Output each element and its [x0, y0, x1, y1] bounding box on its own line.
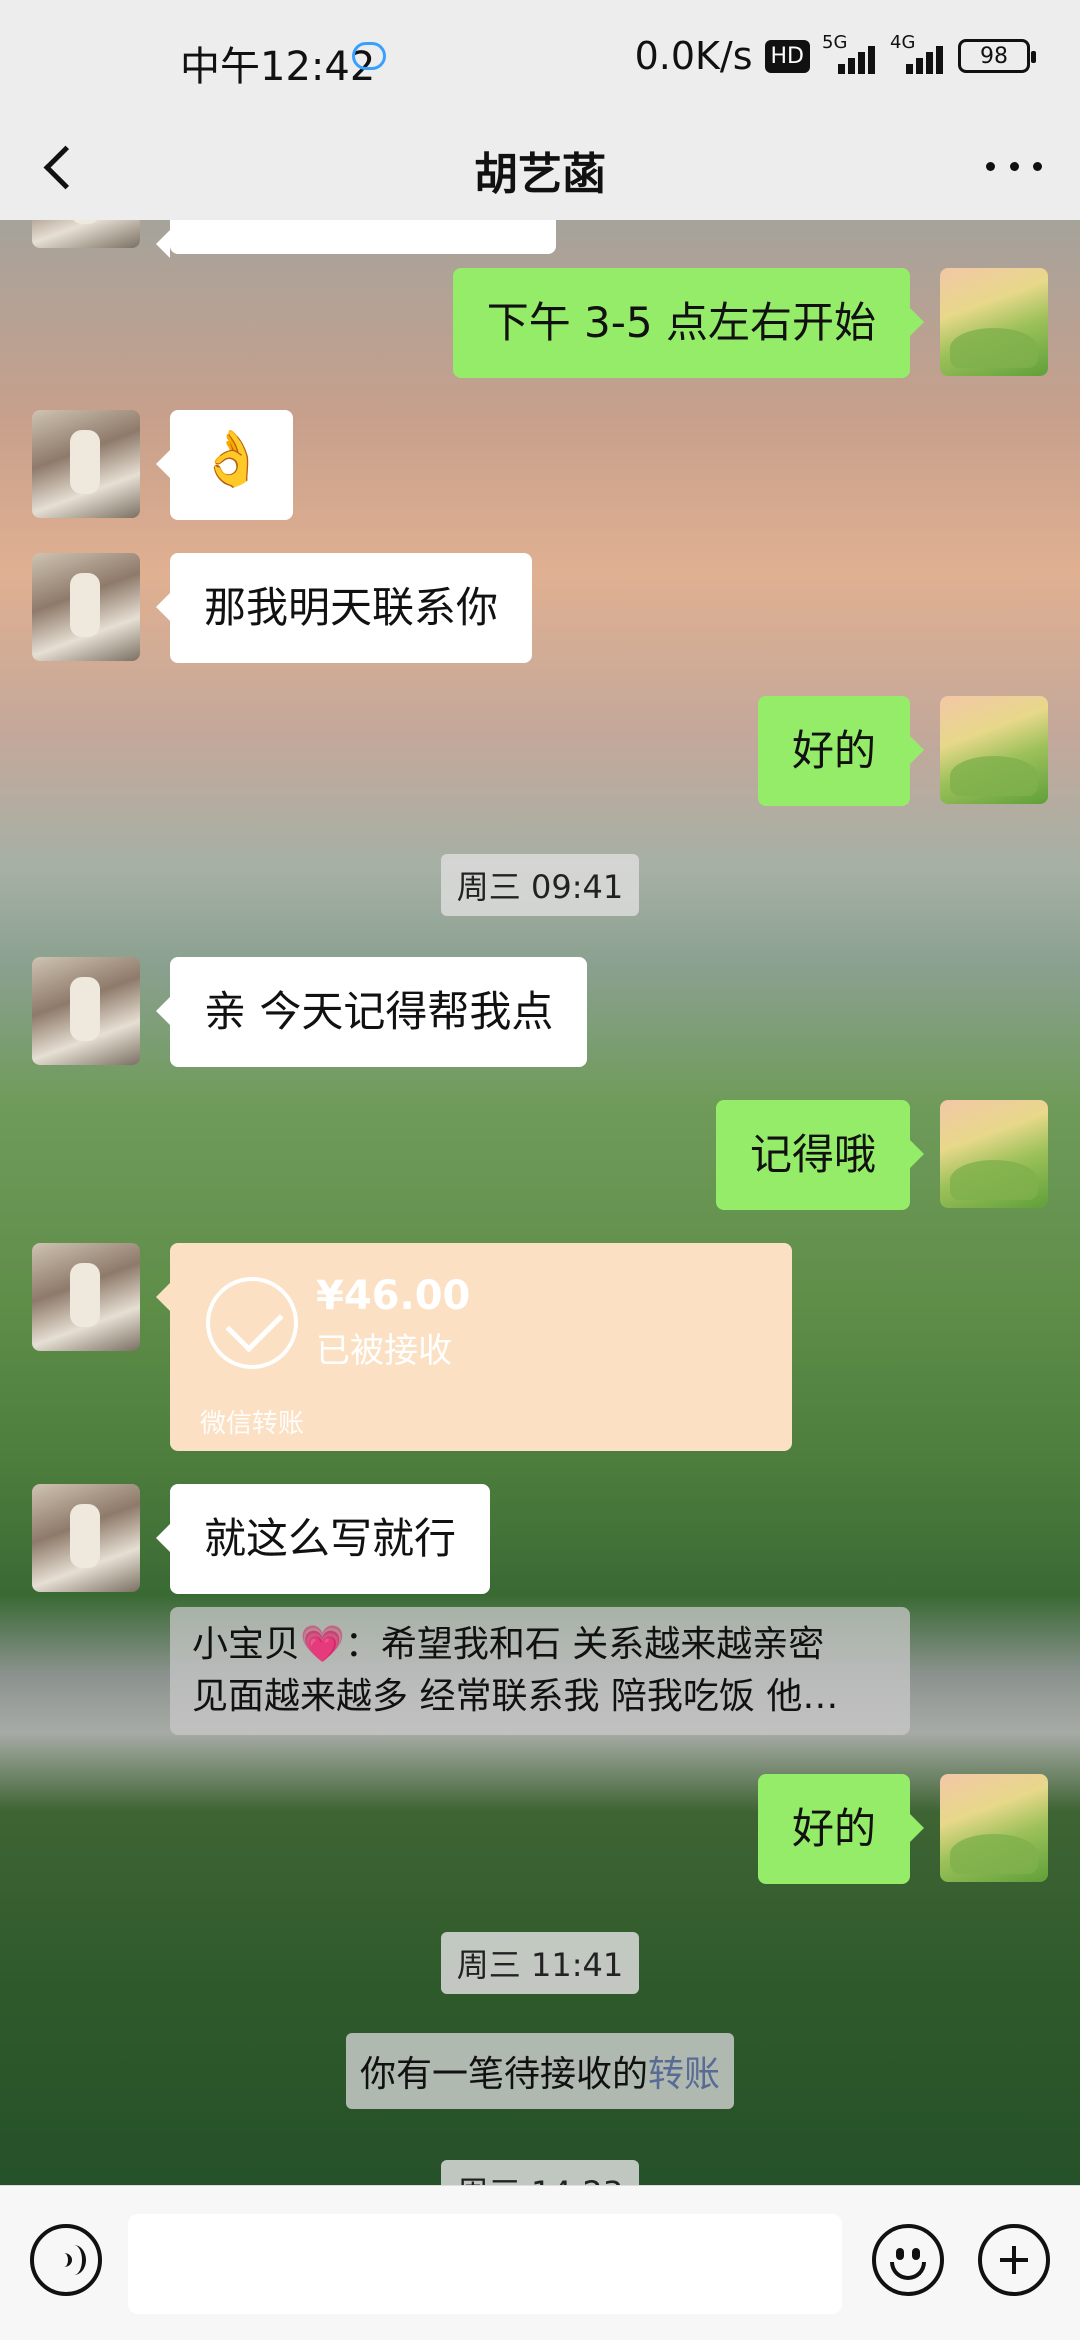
emoji-icon: [896, 2248, 904, 2260]
friend-avatar[interactable]: [32, 410, 140, 518]
emoji-message[interactable]: 👌: [155, 410, 294, 520]
self-avatar[interactable]: [940, 1774, 1048, 1882]
signal-5g-label: 5G: [822, 32, 848, 53]
status-bar: 中午12:42 0.0K/s HD 5G 4G 98: [0, 0, 1080, 110]
message-bubble[interactable]: 下午 3-5 点左右开始: [452, 268, 925, 378]
transfer-amount: ¥46.00: [316, 1273, 471, 1319]
timestamp: 周三 09:41: [0, 854, 1080, 916]
timestamp-label: 周三 11:41: [440, 1932, 640, 1994]
transfer-label: 微信转账: [200, 1409, 305, 1439]
battery-level: 98: [980, 43, 1008, 69]
system-message: 你有一笔待接收的转账: [0, 2033, 1080, 2109]
battery-icon: 98: [958, 39, 1036, 73]
signal-4g-label: 4G: [890, 32, 916, 53]
dot-icon: [1033, 161, 1042, 171]
emoji-icon: [912, 2248, 920, 2260]
message-bubble[interactable]: 好的: [757, 1774, 925, 1884]
chat-title: 胡艺菡: [474, 149, 606, 200]
transfer-link[interactable]: 转账: [648, 2054, 720, 2095]
more-functions-button[interactable]: [978, 2224, 1050, 2296]
more-options-button[interactable]: [974, 136, 1054, 196]
signal-5g-icon: 5G: [822, 32, 878, 74]
friend-avatar[interactable]: [32, 220, 140, 248]
input-bar: [0, 2185, 1080, 2340]
self-avatar[interactable]: [940, 268, 1048, 376]
system-message-box: 你有一笔待接收的转账: [345, 2033, 735, 2109]
hd-badge: HD: [764, 39, 810, 73]
quote-line: 小宝贝💗：希望我和石 关系越来越亲密: [192, 1624, 825, 1665]
system-message-text: 你有一笔待接收的: [359, 2054, 648, 2095]
notification-icon: [352, 42, 386, 70]
dot-icon: [1009, 161, 1019, 171]
friend-avatar[interactable]: [32, 1243, 140, 1351]
transfer-status: 已被接收: [316, 1331, 452, 1371]
self-avatar[interactable]: [940, 1100, 1048, 1208]
message-bubble[interactable]: 亲 今天记得帮我点: [155, 957, 588, 1067]
message-bubble[interactable]: 就这么写就行: [155, 1484, 491, 1594]
message-bubble[interactable]: 好的: [757, 696, 925, 806]
message-bubble[interactable]: 那我明天联系你: [155, 553, 533, 663]
check-icon: [206, 1277, 298, 1369]
message-bubble[interactable]: 记得哦: [715, 1100, 925, 1210]
chat-header: 胡艺菡: [0, 110, 1080, 220]
transfer-card[interactable]: ¥46.00 已被接收 微信转账: [156, 1243, 792, 1451]
timestamp-label: 周三 09:41: [440, 854, 640, 916]
friend-avatar[interactable]: [32, 1484, 140, 1592]
self-avatar[interactable]: [940, 696, 1048, 804]
message-row: [0, 220, 1080, 258]
emoji-button[interactable]: [872, 2224, 944, 2296]
quoted-message[interactable]: 小宝贝💗：希望我和石 关系越来越亲密 见面越来越多 经常联系我 陪我吃饭 他…: [170, 1607, 910, 1735]
chat-area[interactable]: 下午 3-5 点左右开始 👌 那我明天联系你 好的 周三 09:41 亲 今天记…: [0, 220, 1080, 2185]
network-speed: 0.0K/s: [634, 34, 753, 78]
timestamp-label: 周三 14:23: [440, 2160, 640, 2185]
status-indicators: 0.0K/s HD 5G 4G 98: [634, 32, 1036, 78]
message-input[interactable]: [128, 2214, 842, 2314]
dot-icon: [986, 161, 995, 171]
timestamp: 周三 14:23: [0, 2160, 1080, 2185]
status-time: 中午12:42: [180, 44, 376, 90]
signal-4g-icon: 4G: [890, 32, 946, 74]
emoji-icon: [890, 2262, 926, 2280]
quote-line: 见面越来越多 经常联系我 陪我吃饭 他…: [192, 1676, 839, 1717]
voice-input-button[interactable]: [30, 2224, 102, 2296]
timestamp: 周三 11:41: [0, 1932, 1080, 1994]
friend-avatar[interactable]: [32, 957, 140, 1065]
friend-avatar[interactable]: [32, 553, 140, 661]
message-bubble[interactable]: [156, 220, 556, 258]
